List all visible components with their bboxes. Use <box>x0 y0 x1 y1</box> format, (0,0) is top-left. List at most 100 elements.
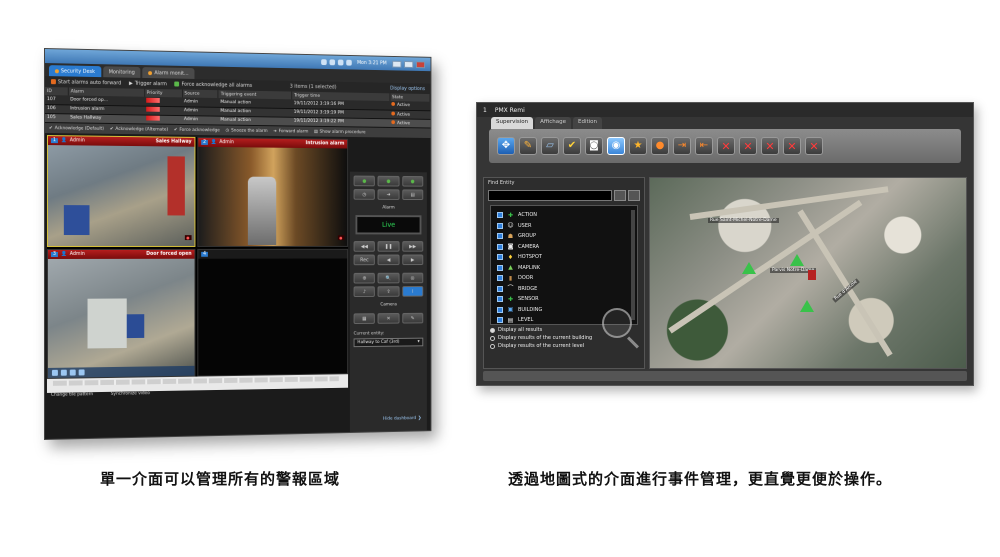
snooze-button[interactable]: ◷ Snooze the alarm <box>226 128 268 133</box>
search-button[interactable] <box>614 190 626 201</box>
export-icon[interactable]: ⇤ <box>695 137 713 155</box>
tool-disabled-icon[interactable]: ✕ <box>739 137 757 155</box>
camera-marker-icon[interactable] <box>800 300 814 312</box>
checkbox[interactable] <box>497 306 503 313</box>
list-item[interactable]: ⌒ BRIDGE <box>497 284 631 295</box>
checkbox[interactable] <box>497 233 503 240</box>
aerial-map[interactable]: Rue Saint-Michel-Notre-Dame Parvis Notre… <box>649 177 967 369</box>
maximize-button[interactable] <box>404 60 414 68</box>
record-button[interactable]: Rec <box>353 254 376 266</box>
checkbox[interactable] <box>497 264 503 271</box>
list-item[interactable]: ✚ SENSOR <box>497 294 631 305</box>
pause-icon[interactable]: ❚❚ <box>377 241 400 252</box>
tray-icon[interactable] <box>345 59 352 66</box>
step-icon[interactable]: ▶ <box>401 254 424 266</box>
grid-icon[interactable]: ▦ <box>353 313 376 324</box>
trigger-alarm-button[interactable]: ▶ Trigger alarm <box>129 80 167 87</box>
camera-feed[interactable] <box>47 145 195 246</box>
pause-icon[interactable] <box>69 369 76 376</box>
close-icon[interactable]: ✕ <box>377 313 400 324</box>
tab-supervision[interactable]: Supervision <box>491 117 534 129</box>
tab-affichage[interactable]: Affichage <box>535 117 571 129</box>
change-pattern-link[interactable]: Change tile pattern <box>51 392 93 398</box>
alarm-icon[interactable]: ● <box>651 137 669 155</box>
info-icon[interactable]: i <box>401 286 424 297</box>
video-tile[interactable]: 1 👤 Admin Sales Hallway ● <box>46 135 196 247</box>
audio-icon[interactable]: ♪ <box>353 286 376 298</box>
forward-icon[interactable]: ▶▶ <box>401 241 424 252</box>
forward-icon[interactable] <box>78 369 85 376</box>
tray-icon[interactable] <box>337 59 344 66</box>
tray-icon[interactable] <box>329 59 335 66</box>
tool-disabled-icon[interactable]: ✕ <box>783 137 801 155</box>
start-auto-forward-button[interactable]: Start alarms auto forward <box>50 79 121 86</box>
checkbox[interactable] <box>497 222 503 229</box>
tool-disabled-icon[interactable]: ✕ <box>717 137 735 155</box>
move-icon[interactable]: ✥ <box>497 137 515 155</box>
list-item[interactable]: ♦ HOTSPOT <box>497 252 631 263</box>
list-item[interactable]: ☗ GROUP <box>497 231 631 242</box>
slow-icon[interactable]: ◀ <box>377 254 400 266</box>
forward-icon[interactable]: ➜ <box>377 189 400 200</box>
tool-disabled-icon[interactable]: ✕ <box>761 137 779 155</box>
tray-icon[interactable] <box>320 59 327 66</box>
close-button[interactable] <box>415 60 426 68</box>
pencil-icon[interactable]: ✎ <box>519 137 537 155</box>
camera-marker-icon[interactable] <box>742 262 756 274</box>
locate-icon[interactable]: ◉ <box>607 137 625 155</box>
current-entity-select[interactable]: Hallway to Caf (3rd) ▾ <box>353 337 424 348</box>
tool-disabled-icon[interactable]: ✕ <box>805 137 823 155</box>
force-ack-icon[interactable]: ● <box>401 175 424 187</box>
video-tile[interactable]: 3 👤 Admin Door forced open <box>46 248 196 379</box>
video-tile[interactable]: 4 <box>197 248 349 377</box>
radio-button[interactable] <box>490 327 495 333</box>
list-item[interactable]: ✚ ACTION <box>497 210 631 221</box>
tab-edition[interactable]: Edition <box>572 117 603 129</box>
sync-video-link[interactable]: Synchronize video <box>111 391 150 397</box>
camera-feed[interactable] <box>198 146 348 246</box>
rewind-icon[interactable]: ◀◀ <box>353 241 376 252</box>
clear-button[interactable] <box>628 190 640 201</box>
play-icon[interactable] <box>60 369 67 376</box>
list-item[interactable]: ☺ USER <box>497 221 631 232</box>
edit-icon[interactable]: ✎ <box>401 312 424 324</box>
eraser-icon[interactable]: ▱ <box>541 137 559 155</box>
check-icon[interactable]: ✔ <box>563 137 581 155</box>
forward-button[interactable]: ➜ Forward alarm <box>273 129 308 134</box>
force-ack-button[interactable]: ✔ Force acknowledge <box>174 127 220 133</box>
list-item[interactable]: ◙ CAMERA <box>497 242 631 253</box>
checkbox[interactable] <box>497 296 503 303</box>
video-tile[interactable]: 2 👤 Admin Intrusion alarm ● <box>197 136 349 247</box>
camera-icon[interactable]: ◙ <box>585 137 603 155</box>
scrollbar[interactable] <box>631 210 635 320</box>
checkbox[interactable] <box>497 285 503 292</box>
checkbox[interactable] <box>497 212 503 219</box>
display-options-link[interactable]: Display options <box>390 85 425 91</box>
import-icon[interactable]: ⇥ <box>673 137 691 155</box>
checkbox[interactable] <box>497 275 503 282</box>
tab-monitoring[interactable]: Monitoring <box>102 66 141 78</box>
camera-marker-icon[interactable] <box>790 254 804 266</box>
list-item[interactable]: ▲ MAPLINK <box>497 263 631 274</box>
force-ack-all-button[interactable]: Force acknowledge all alarms <box>174 81 252 88</box>
minimize-button[interactable] <box>392 60 402 68</box>
procedure-icon[interactable]: ▤ <box>401 189 424 201</box>
ack-alt-icon[interactable]: ● <box>377 175 400 187</box>
checkbox[interactable] <box>497 254 503 261</box>
ack-alternate-button[interactable]: ✔ Acknowledge (Alternate) <box>110 126 168 132</box>
camera-feed[interactable] <box>47 258 195 378</box>
ack-icon[interactable]: ● <box>353 175 376 187</box>
snapshot-icon[interactable]: ◎ <box>401 272 424 284</box>
radio-button[interactable] <box>490 335 495 341</box>
snooze-icon[interactable]: ◷ <box>353 189 376 200</box>
radio-button[interactable] <box>490 343 495 349</box>
search-input[interactable] <box>488 190 612 201</box>
ack-default-button[interactable]: ✔ Acknowledge (Default) <box>49 126 104 132</box>
hide-dashboard-link[interactable]: Hide dashboard ❯ <box>383 416 421 422</box>
ptz-icon[interactable]: ⊕ <box>353 272 376 284</box>
alarm-marker-icon[interactable] <box>808 270 816 280</box>
export-icon[interactable]: ⇪ <box>377 286 400 297</box>
rewind-icon[interactable] <box>51 369 58 376</box>
star-icon[interactable]: ★ <box>629 137 647 155</box>
checkbox[interactable] <box>497 243 503 250</box>
